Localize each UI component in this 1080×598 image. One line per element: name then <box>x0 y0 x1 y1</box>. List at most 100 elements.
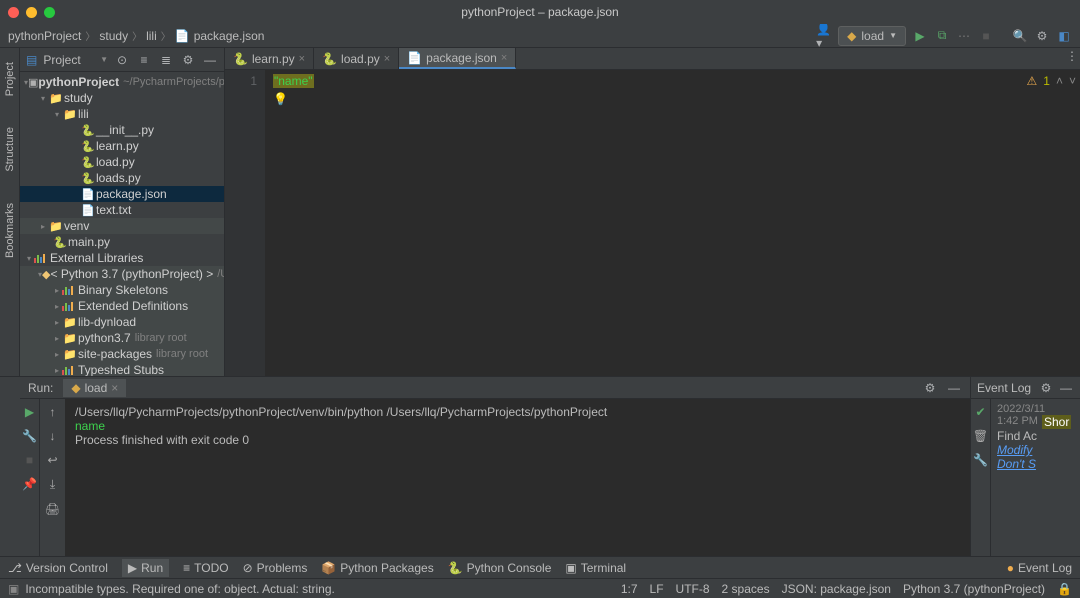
structure-tool-button[interactable]: Structure <box>4 119 16 180</box>
scroll-to-end-icon[interactable]: ⤓ <box>50 477 55 492</box>
run-config-selector[interactable]: ◆ load ▼ <box>838 26 906 46</box>
editor-tab[interactable]: 🐍learn.py× <box>225 48 314 69</box>
tree-node[interactable]: 🐍learn.py <box>20 138 224 154</box>
tree-node[interactable]: 📄text.txt <box>20 202 224 218</box>
chevron-down-icon[interactable]: ˅ <box>1069 74 1076 88</box>
rerun-icon[interactable]: ▶ <box>25 405 34 419</box>
search-icon[interactable]: 🔍 <box>1012 28 1028 44</box>
terminal-button[interactable]: ▣Terminal <box>565 561 626 575</box>
editor-inspection-status[interactable]: ⚠ 1 ˄ ˅ <box>1027 74 1076 88</box>
console-output[interactable]: /Users/llq/PycharmProjects/pythonProject… <box>65 399 970 556</box>
run-icon[interactable]: ▶ <box>912 28 928 44</box>
code-area[interactable]: "name" 💡 <box>265 70 1080 376</box>
close-icon[interactable]: × <box>384 53 390 65</box>
project-tool-button[interactable]: Project <box>4 54 16 104</box>
check-icon[interactable]: ✔ <box>975 405 985 419</box>
problems-button[interactable]: ⊘Problems <box>243 561 308 575</box>
breadcrumb-item[interactable]: 📄 package.json <box>175 29 265 43</box>
file-schema[interactable]: JSON: package.json <box>782 582 891 596</box>
python-packages-button[interactable]: 📦Python Packages <box>321 561 433 575</box>
indent-info[interactable]: 2 spaces <box>722 582 770 596</box>
stripe-icon[interactable]: ◧ <box>1056 28 1072 44</box>
run-button[interactable]: ▶Run <box>122 559 169 577</box>
caret-position[interactable]: 1:7 <box>621 582 638 596</box>
wrench-icon[interactable]: 🔧 <box>22 429 37 443</box>
folder-icon: 📁 <box>62 348 78 361</box>
library-icon <box>34 253 46 263</box>
run-config-tab[interactable]: ◆ load × <box>63 379 126 397</box>
bottom-tool-bar: ⎇Version Control ▶Run ≡TODO ⊘Problems 📦P… <box>0 556 1080 578</box>
python-console-button[interactable]: 🐍Python Console <box>448 561 552 575</box>
inspection-lock-icon[interactable]: 🔒 <box>1057 582 1072 596</box>
wrench-icon[interactable]: 🔧 <box>973 453 988 467</box>
close-icon[interactable]: × <box>111 381 118 395</box>
chevron-up-icon[interactable]: ˄ <box>1056 74 1063 88</box>
editor-body[interactable]: 1 "name" 💡 ⚠ 1 ˄ ˅ <box>225 70 1080 376</box>
tree-node[interactable]: ▾◆< Python 3.7 (pythonProject) >/U <box>20 266 224 282</box>
hide-icon[interactable]: — <box>1058 380 1074 396</box>
tree-node[interactable]: ▸📁lib-dynload <box>20 314 224 330</box>
event-log-button[interactable]: ●Event Log <box>1007 561 1072 575</box>
breadcrumb-item[interactable]: study <box>99 29 128 43</box>
interpreter[interactable]: Python 3.7 (pythonProject) <box>903 582 1045 596</box>
tree-node[interactable]: ▸📁venv <box>20 218 224 234</box>
editor-tab[interactable]: 🐍load.py× <box>314 48 399 69</box>
tree-node-root[interactable]: ▾ ▣ pythonProject ~/PycharmProjects/p <box>20 74 224 90</box>
tree-node[interactable]: ▸Extended Definitions <box>20 298 224 314</box>
chevron-down-icon[interactable]: ▼ <box>100 55 108 64</box>
intention-bulb-icon[interactable]: 💡 <box>273 92 288 106</box>
lock-icon[interactable]: ▣ <box>8 582 19 596</box>
tree-node-selected[interactable]: 📄package.json <box>20 186 224 202</box>
tree-node[interactable]: 🐍load.py <box>20 154 224 170</box>
gear-icon[interactable]: ⚙ <box>1038 380 1054 396</box>
close-icon[interactable]: × <box>299 53 305 65</box>
run-more-icon[interactable]: ⋯ <box>956 28 972 44</box>
file-encoding[interactable]: UTF-8 <box>676 582 710 596</box>
close-icon[interactable]: × <box>501 52 507 64</box>
label: Problems <box>257 561 308 575</box>
tree-node[interactable]: ▾External Libraries <box>20 250 224 266</box>
down-icon[interactable]: ↓ <box>50 429 56 443</box>
event-log-link[interactable]: Modify <box>997 443 1074 457</box>
tree-node[interactable]: 🐍loads.py <box>20 170 224 186</box>
user-icon[interactable]: 👤▾ <box>816 28 832 44</box>
tree-node[interactable]: 🐍__init__.py <box>20 122 224 138</box>
tree-node[interactable]: ▾ 📁 study <box>20 90 224 106</box>
tree-node[interactable]: 🐍main.py <box>20 234 224 250</box>
project-view-title[interactable]: Project <box>43 53 94 67</box>
breadcrumb-item[interactable]: pythonProject <box>8 29 81 43</box>
editor-tab-active[interactable]: 📄package.json× <box>399 48 516 69</box>
trash-icon[interactable]: 🗑 <box>973 429 988 443</box>
tree-node[interactable]: ▾ 📁 lili <box>20 106 224 122</box>
event-log-body[interactable]: 2022/3/11 1:42 PMShor Find Ac Modify Don… <box>991 399 1080 556</box>
soft-wrap-icon[interactable]: ↩ <box>47 453 57 467</box>
debug-icon[interactable]: ⧉ <box>934 28 950 44</box>
settings-icon[interactable]: ⚙ <box>1034 28 1050 44</box>
minimize-window-icon[interactable] <box>26 7 37 18</box>
node-label: Binary Skeletons <box>78 283 168 297</box>
pin-icon[interactable]: 📌 <box>22 477 37 491</box>
select-open-file-icon[interactable]: ⊙ <box>114 52 130 68</box>
todo-button[interactable]: ≡TODO <box>183 561 228 575</box>
tree-node[interactable]: ▸Typeshed Stubs <box>20 362 224 376</box>
version-control-button[interactable]: ⎇Version Control <box>8 561 108 575</box>
hide-icon[interactable]: — <box>946 380 962 396</box>
up-icon[interactable]: ↑ <box>50 405 56 419</box>
gear-icon[interactable]: ⚙ <box>180 52 196 68</box>
collapse-all-icon[interactable]: ≣ <box>158 52 174 68</box>
print-icon[interactable]: 🖨 <box>45 502 60 516</box>
tree-node[interactable]: ▸📁site-packageslibrary root <box>20 346 224 362</box>
breadcrumb-item[interactable]: lili <box>146 29 157 43</box>
tree-node[interactable]: ▸Binary Skeletons <box>20 282 224 298</box>
close-window-icon[interactable] <box>8 7 19 18</box>
expand-all-icon[interactable]: ≡ <box>136 52 152 68</box>
gear-icon[interactable]: ⚙ <box>922 380 938 396</box>
json-file-icon: 📄 <box>175 29 190 43</box>
tab-options-icon[interactable]: ⋮ <box>1064 48 1080 64</box>
maximize-window-icon[interactable] <box>44 7 55 18</box>
event-log-link[interactable]: Don't S <box>997 457 1074 471</box>
tree-node[interactable]: ▸📁python3.7library root <box>20 330 224 346</box>
hide-icon[interactable]: — <box>202 52 218 68</box>
line-separator[interactable]: LF <box>650 582 664 596</box>
bookmarks-tool-button[interactable]: Bookmarks <box>4 195 16 266</box>
